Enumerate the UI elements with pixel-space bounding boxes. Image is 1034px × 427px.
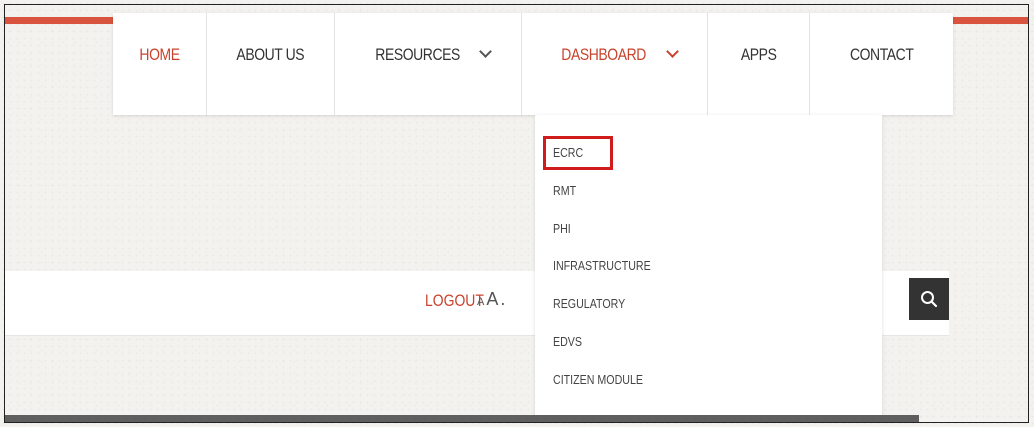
main-navbar: HOME ABOUT US RESOURCES DASHBOARD APPS C… xyxy=(113,13,953,115)
font-size-suffix: . xyxy=(500,289,506,309)
chevron-down-icon xyxy=(665,45,679,58)
dropdown-item-label: EDVS xyxy=(553,334,583,349)
dropdown-item-edvs[interactable]: EDVS xyxy=(553,334,588,349)
bottom-dark-bar xyxy=(5,415,919,422)
logout-label: LOGOUT xyxy=(425,291,484,310)
dropdown-item-label: RMT xyxy=(553,183,577,198)
chevron-down-icon xyxy=(479,45,493,58)
search-icon xyxy=(921,291,938,308)
dropdown-item-label: CITIZEN MODULE xyxy=(553,372,644,387)
dropdown-item-label: INFRASTRUCTURE xyxy=(553,258,651,273)
page-frame: HOME ABOUT US RESOURCES DASHBOARD APPS C… xyxy=(4,4,1029,423)
nav-item-label: RESOURCES xyxy=(375,45,460,64)
nav-item-apps[interactable]: APPS xyxy=(708,13,810,115)
nav-item-home[interactable]: HOME xyxy=(113,13,207,115)
nav-item-contact[interactable]: CONTACT xyxy=(810,13,953,115)
nav-item-resources[interactable]: RESOURCES xyxy=(335,13,522,115)
nav-item-label: ABOUT US xyxy=(236,45,305,64)
decrease-font-button[interactable]: A xyxy=(477,296,484,308)
dropdown-item-label: ECRC xyxy=(553,145,584,160)
dropdown-item-citizen-module[interactable]: CITIZEN MODULE xyxy=(553,372,663,387)
dropdown-item-regulatory[interactable]: REGULATORY xyxy=(553,296,641,311)
nav-item-label: HOME xyxy=(139,45,180,64)
nav-item-label: DASHBOARD xyxy=(561,45,647,64)
nav-item-label: APPS xyxy=(740,45,777,64)
dropdown-item-rmt[interactable]: RMT xyxy=(553,183,581,198)
font-size-control: AA. xyxy=(477,289,505,310)
dropdown-item-label: PHI xyxy=(553,221,571,236)
nav-item-dashboard[interactable]: DASHBOARD xyxy=(522,13,708,115)
search-button[interactable] xyxy=(909,278,949,320)
nav-item-label: CONTACT xyxy=(849,45,914,64)
nav-item-about-us[interactable]: ABOUT US xyxy=(207,13,335,115)
dropdown-item-label: REGULATORY xyxy=(553,296,626,311)
dashboard-dropdown-menu: ECRC RMT PHI INFRASTRUCTURE REGULATORY E… xyxy=(535,115,882,422)
increase-font-button[interactable]: A xyxy=(486,289,498,309)
dropdown-item-ecrc[interactable]: ECRC xyxy=(553,145,590,160)
top-accent-stripe-right xyxy=(953,17,1028,24)
dropdown-item-infrastructure[interactable]: INFRASTRUCTURE xyxy=(553,258,672,273)
dropdown-item-phi[interactable]: PHI xyxy=(553,221,575,236)
top-accent-stripe-left xyxy=(5,17,113,24)
